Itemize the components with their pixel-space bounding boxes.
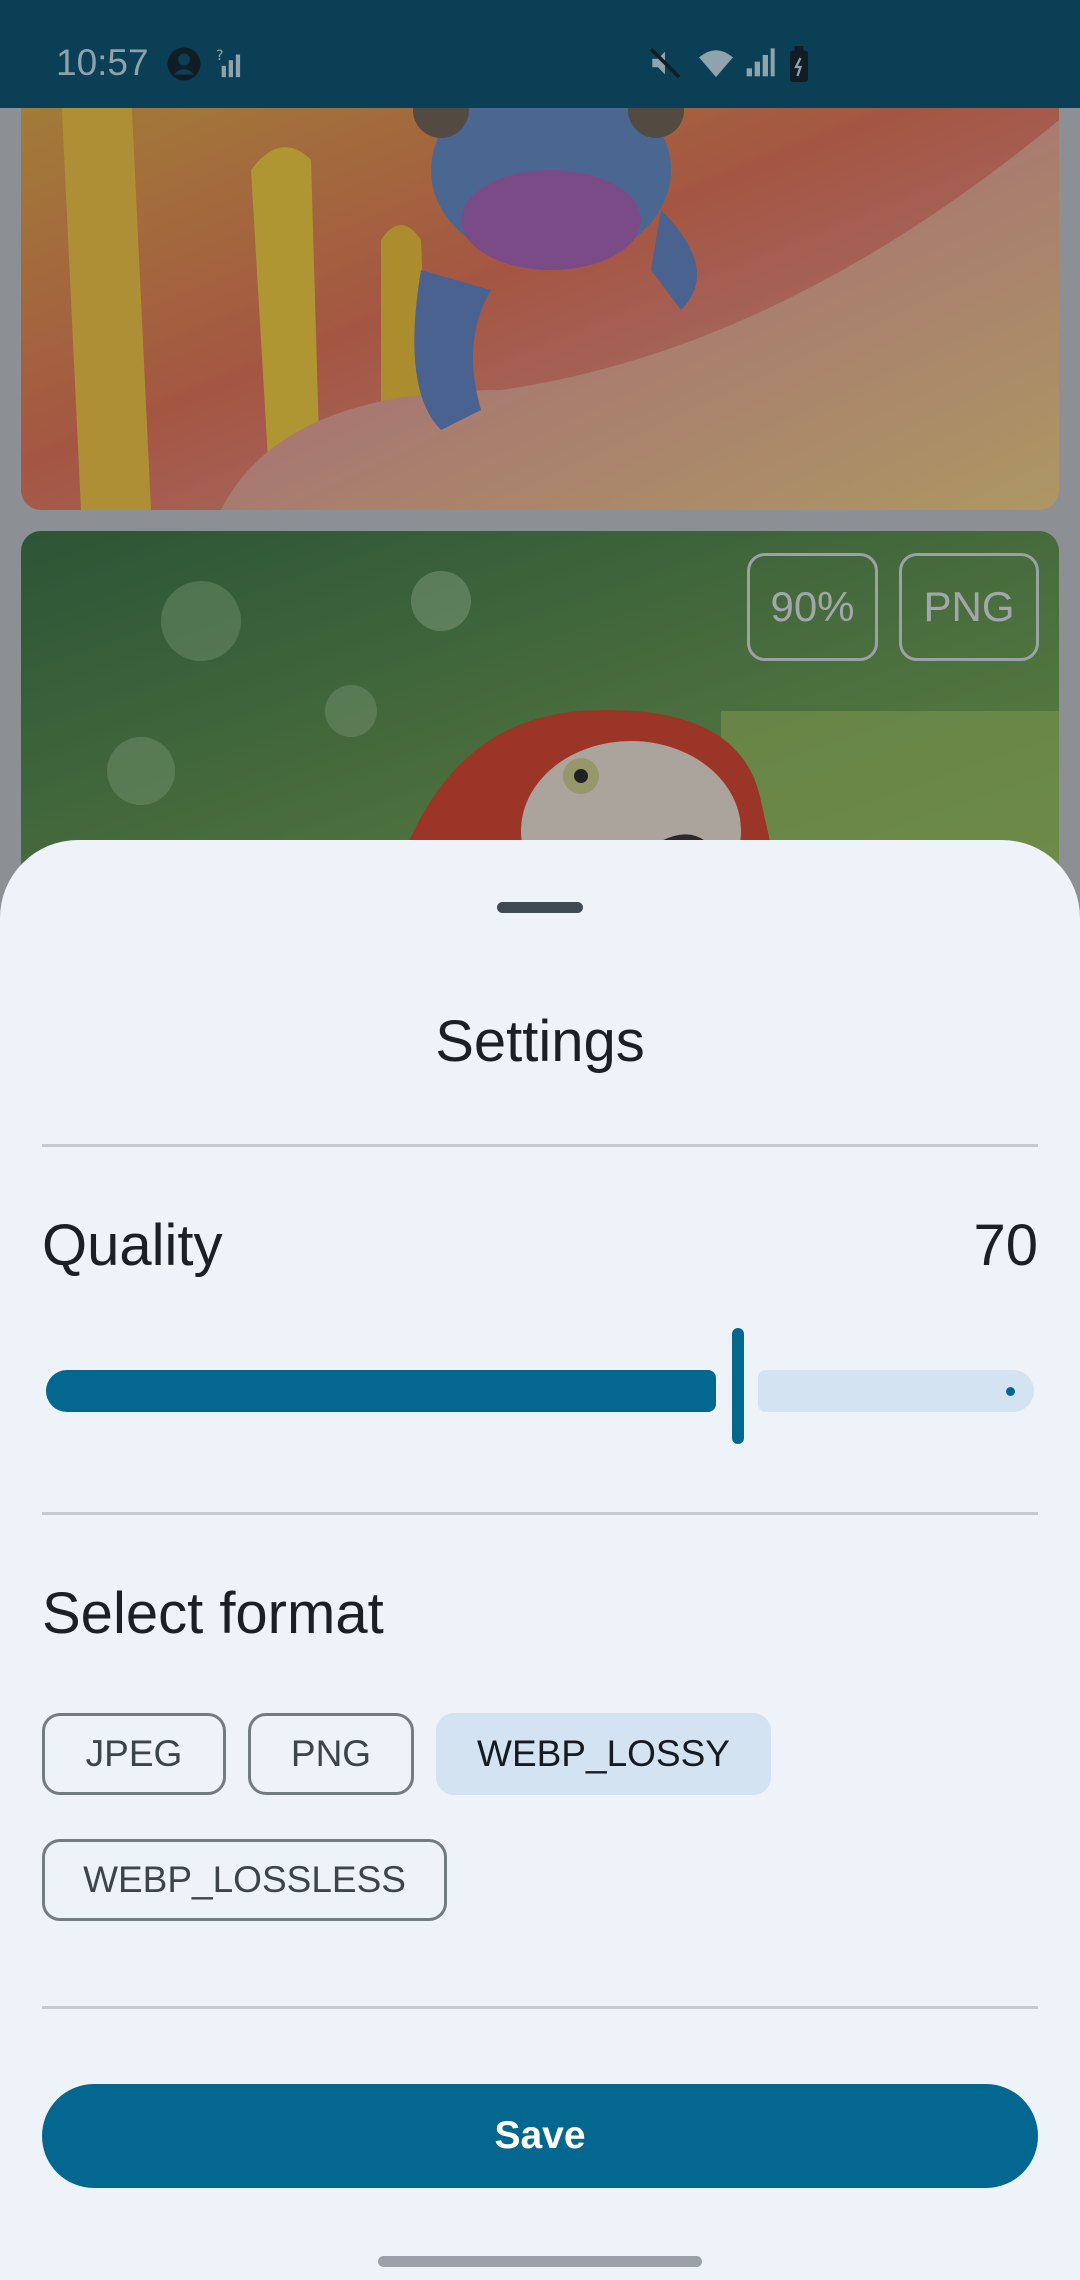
settings-bottom-sheet: Settings Quality 70 Select format JPEG P… (0, 840, 1080, 2280)
save-button[interactable]: Save (42, 2084, 1038, 2188)
no-signal-icon: ? (216, 46, 250, 85)
svg-text:?: ? (216, 48, 224, 64)
slider-stop-indicator (1006, 1387, 1015, 1396)
quality-slider[interactable] (42, 1322, 1038, 1444)
sheet-title: Settings (435, 1009, 645, 1074)
divider (42, 1144, 1038, 1147)
slider-active-track (46, 1370, 716, 1412)
quality-value: 70 (973, 1213, 1038, 1278)
format-chip-png[interactable]: PNG (248, 1713, 414, 1795)
signal-icon (744, 46, 776, 85)
screen: 90% PNG 10:57 ? Settings Quality 70 Sele… (0, 0, 1080, 2280)
wifi-icon (696, 46, 736, 85)
battery-icon (788, 46, 810, 87)
format-chip-jpeg[interactable]: JPEG (42, 1713, 226, 1795)
divider (42, 1512, 1038, 1515)
format-label: Select format (42, 1581, 384, 1646)
divider (42, 2006, 1038, 2009)
account-circle-icon (166, 46, 202, 87)
status-time: 10:57 (56, 42, 149, 83)
format-chip-webp-lossless[interactable]: WEBP_LOSSLESS (42, 1839, 447, 1921)
mute-icon (648, 46, 682, 85)
slider-inactive-track (758, 1370, 1034, 1412)
format-chip-webp-lossy[interactable]: WEBP_LOSSY (436, 1713, 771, 1795)
slider-thumb[interactable] (732, 1328, 744, 1444)
status-bar: 10:57 ? (0, 0, 1080, 108)
drag-handle[interactable] (497, 902, 583, 913)
quality-label: Quality (42, 1213, 223, 1278)
gesture-navigation-bar[interactable] (378, 2256, 702, 2267)
